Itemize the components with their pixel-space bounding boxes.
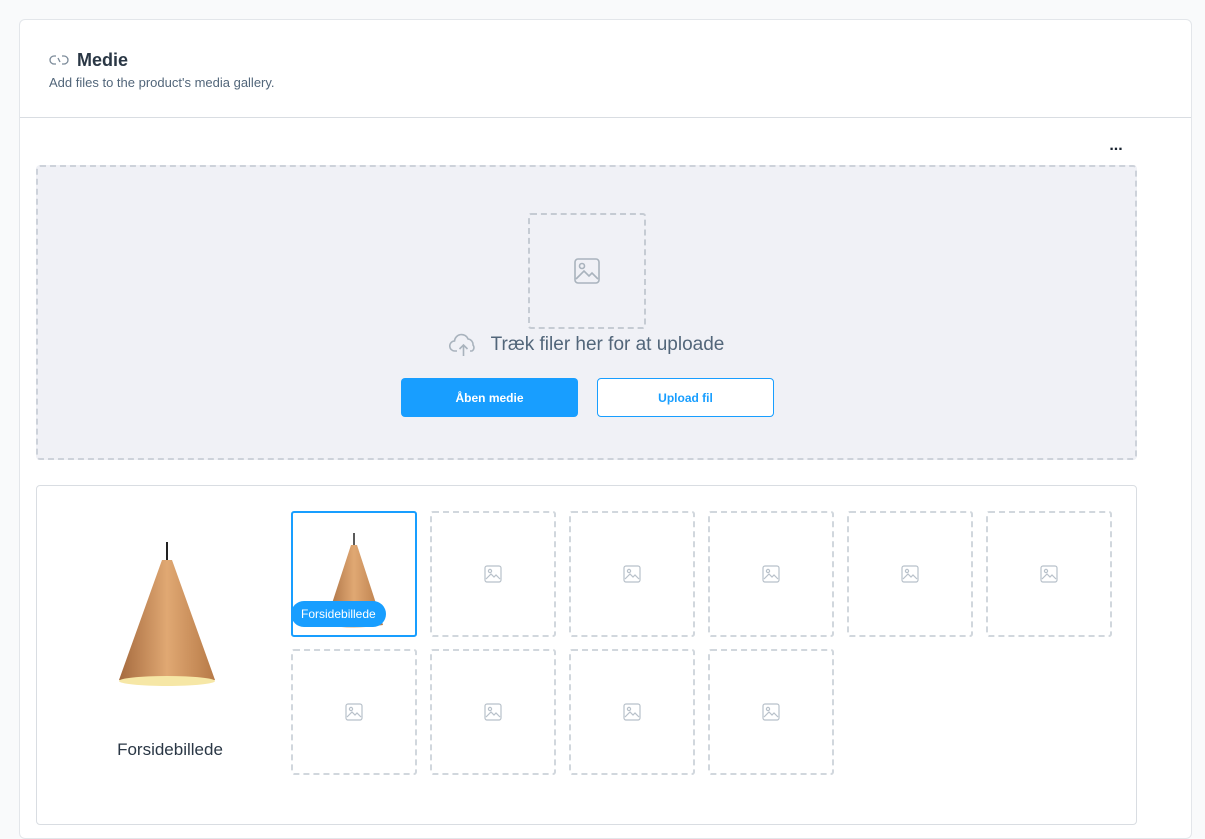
upload-file-button[interactable]: Upload fil — [597, 378, 774, 417]
cover-image-label: Forsidebillede — [117, 740, 223, 759]
card-subtitle: Add files to the product's media gallery… — [49, 75, 275, 90]
dropzone-text: Træk filer her for at uploade — [490, 334, 725, 355]
image-placeholder-icon — [345, 703, 363, 721]
cover-image-preview — [112, 542, 222, 690]
upload-dropzone[interactable]: Træk filer her for at uploade Åben medie… — [36, 165, 1137, 460]
media-slot-empty[interactable] — [708, 511, 834, 637]
link-icon — [49, 54, 69, 66]
media-slot-empty[interactable] — [291, 649, 417, 775]
image-placeholder-icon — [901, 565, 919, 583]
card-header: Medie Add files to the product's media g… — [20, 20, 1191, 118]
more-options-button[interactable]: ... — [1108, 138, 1124, 155]
media-gallery: Forsidebillede Forsidebillede — [36, 485, 1137, 825]
image-placeholder-icon — [623, 703, 641, 721]
dropzone-image-placeholder — [528, 213, 646, 329]
image-placeholder-icon — [484, 703, 502, 721]
media-slot-empty[interactable] — [708, 649, 834, 775]
media-slot-empty[interactable] — [430, 511, 556, 637]
media-slot-empty[interactable] — [569, 649, 695, 775]
card-title: Medie — [77, 49, 129, 70]
open-media-button[interactable]: Åben medie — [401, 378, 578, 417]
media-slot-empty[interactable] — [430, 649, 556, 775]
image-placeholder-icon — [484, 565, 502, 583]
media-slot-empty[interactable] — [847, 511, 973, 637]
cover-badge: Forsidebillede — [291, 601, 386, 627]
image-placeholder-icon — [762, 703, 780, 721]
image-placeholder-icon — [623, 565, 641, 583]
media-slot-cover[interactable]: Forsidebillede — [291, 511, 417, 637]
image-placeholder-icon — [762, 565, 780, 583]
image-placeholder-icon — [1040, 565, 1058, 583]
media-slot-empty[interactable] — [986, 511, 1112, 637]
image-icon — [573, 257, 601, 285]
cloud-upload-icon — [448, 333, 479, 357]
media-slot-empty[interactable] — [569, 511, 695, 637]
